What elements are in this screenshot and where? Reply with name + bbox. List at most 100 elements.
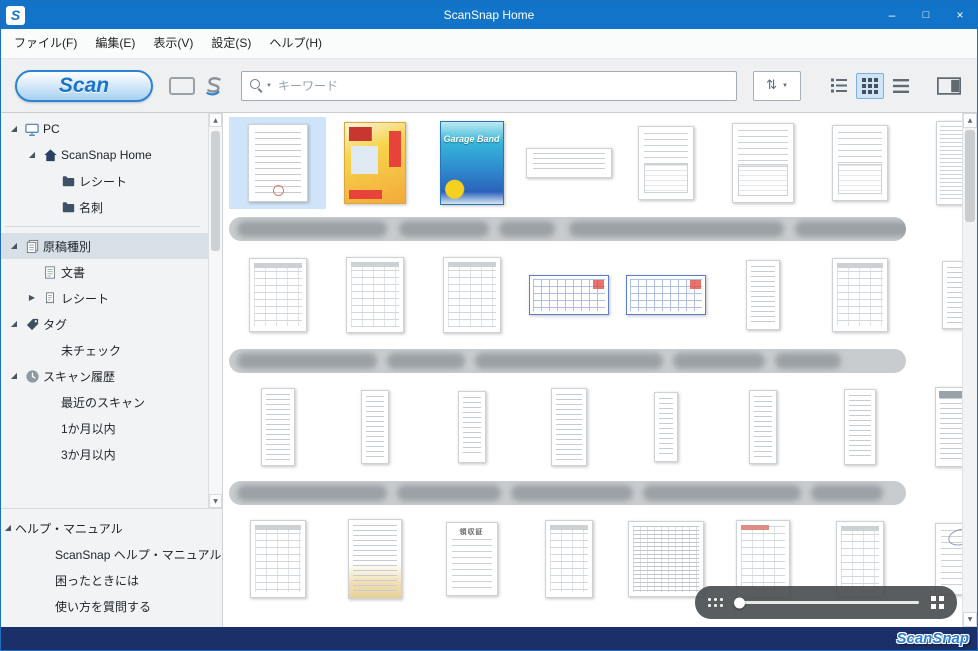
chevron-expanded-icon[interactable]: ◢ [7, 125, 21, 133]
scan-button[interactable]: Scan [15, 70, 153, 102]
thumbnail-item[interactable] [326, 117, 423, 209]
scansnap-logo: ScanSnap [896, 630, 969, 647]
thumbnail-item[interactable] [908, 249, 962, 341]
scroll-down-icon[interactable]: ▼ [963, 612, 977, 627]
sidebar-item-ask-question[interactable]: 使い方を質問する [1, 593, 222, 619]
content-scroll-track[interactable] [963, 128, 977, 612]
thumbnail-item[interactable] [423, 249, 520, 341]
sidebar-item-folder-meishi[interactable]: 名刺 [1, 194, 208, 220]
menu-edit[interactable]: 編集(E) [86, 29, 144, 58]
thumbnail-item[interactable] [326, 249, 423, 341]
thumbnail-item[interactable] [520, 381, 617, 473]
content-scrollbar[interactable]: ▲ ▼ [962, 113, 977, 627]
sidebar-item-document-type[interactable]: ◢原稿種別 [1, 233, 208, 259]
thumbnail-item[interactable] [714, 117, 811, 209]
thumbnail-item[interactable] [520, 249, 617, 341]
group-header-blurred[interactable] [229, 217, 906, 241]
thumbnail-item[interactable] [908, 117, 962, 209]
thumbnail-item[interactable] [617, 381, 714, 473]
thumbnail-item[interactable] [423, 381, 520, 473]
sidebar-item-help-manual[interactable]: ◢ ヘルプ・マニュアル [1, 515, 222, 541]
search-box[interactable]: ▼ [241, 71, 737, 101]
blurred-text [795, 221, 906, 237]
search-input[interactable] [278, 79, 728, 93]
menu-view[interactable]: 表示(V) [144, 29, 202, 58]
thumbnail-item[interactable] [229, 381, 326, 473]
sidebar-item-within-1-month[interactable]: 1か月以内 [1, 415, 208, 441]
thumbnail-item[interactable] [520, 513, 617, 605]
sidebar-item-troubleshooting[interactable]: 困ったときには [1, 567, 222, 593]
content-scroll-thumb[interactable] [965, 130, 975, 222]
thumbnail-form [443, 257, 501, 333]
thumbnail-item[interactable] [229, 249, 326, 341]
group-header-blurred[interactable] [229, 349, 906, 373]
search-scope-dropdown-icon[interactable]: ▼ [266, 83, 272, 89]
chevron-expanded-icon[interactable]: ◢ [7, 242, 21, 250]
sidebar-item-recent-scans[interactable]: 最近のスキャン [1, 389, 208, 415]
history-icon [21, 369, 43, 384]
sidebar-item-pc[interactable]: ◢PC [1, 116, 208, 142]
close-button[interactable]: × [943, 1, 977, 29]
minimize-button[interactable]: – [875, 1, 909, 29]
detail-panel-toggle-button[interactable] [937, 77, 961, 95]
chevron-expanded-icon[interactable]: ◢ [1, 524, 15, 532]
sidebar-item-folder-receipt[interactable]: レシート [1, 168, 208, 194]
sidebar-scrollbar[interactable]: ▲ ▼ [208, 113, 222, 508]
thumbnail-item[interactable] [229, 513, 326, 605]
chevron-expanded-icon[interactable]: ◢ [7, 320, 21, 328]
thumbnail-view-button[interactable] [856, 73, 884, 99]
sort-dropdown-icon[interactable]: ▼ [782, 83, 788, 89]
thumbnail-item[interactable] [714, 249, 811, 341]
thumbnail-item[interactable] [326, 513, 423, 605]
maximize-button[interactable]: □ [909, 1, 943, 29]
drag-handle-icon[interactable] [708, 598, 724, 608]
chevron-expanded-icon[interactable]: ◢ [7, 372, 21, 380]
scroll-up-icon[interactable]: ▲ [209, 113, 222, 127]
sidebar-item-receipt[interactable]: ▶ レシート [1, 285, 208, 311]
sidebar-item-unchecked[interactable]: 未チェック [1, 337, 208, 363]
thumbnail-item[interactable] [811, 381, 908, 473]
menu-help[interactable]: ヘルプ(H) [260, 29, 331, 58]
thumbnail-item[interactable]: Garage Band [423, 117, 520, 209]
scroll-up-icon[interactable]: ▲ [963, 113, 977, 128]
sort-button[interactable]: ⇅ ▼ [753, 71, 801, 101]
thumbnail-item[interactable] [811, 117, 908, 209]
display-device-icon[interactable] [169, 77, 195, 95]
sidebar-item-scan-history[interactable]: ◢スキャン履歴 [1, 363, 208, 389]
thumbnail-item[interactable] [520, 117, 617, 209]
zoom-slider[interactable] [736, 601, 919, 604]
thumbnail-item[interactable] [617, 117, 714, 209]
thumbnail-receipt [458, 391, 486, 463]
thumbnail-item[interactable] [617, 249, 714, 341]
list-view-button[interactable] [825, 73, 853, 99]
thumbnail-item[interactable] [908, 381, 962, 473]
sidebar-item-tag[interactable]: ◢タグ [1, 311, 208, 337]
chevron-expanded-icon[interactable]: ◢ [25, 151, 39, 159]
menu-file[interactable]: ファイル(F) [5, 29, 86, 58]
thumbnail-item[interactable] [229, 117, 326, 209]
sidebar-item-scansnap-help-manual[interactable]: ScanSnap ヘルプ・マニュアル [1, 541, 222, 567]
sidebar-scroll-track[interactable] [209, 127, 222, 494]
thumbnail-item[interactable] [326, 381, 423, 473]
detail-view-button[interactable] [887, 73, 915, 99]
thumbnail-item[interactable] [811, 249, 908, 341]
scansnap-device-icon[interactable] [203, 75, 225, 97]
group-header-blurred[interactable] [229, 481, 906, 505]
sidebar-item-bunsho[interactable]: 文書 [1, 259, 208, 285]
chevron-right-icon[interactable]: ▶ [25, 294, 39, 302]
zoom-slider-thumb[interactable] [734, 597, 745, 608]
sidebar-scroll-thumb[interactable] [211, 131, 220, 251]
sidebar-item-label: レシート [61, 290, 109, 307]
scroll-down-icon[interactable]: ▼ [209, 494, 222, 508]
sidebar-item-within-3-months[interactable]: 3か月以内 [1, 441, 208, 467]
menu-settings[interactable]: 設定(S) [202, 29, 260, 58]
thumbnail-item[interactable]: 領収証 [423, 513, 520, 605]
status-bar: ScanSnap [1, 627, 977, 650]
grid-size-icon[interactable] [931, 596, 944, 609]
sidebar-item-scansnap-home[interactable]: ◢ScanSnap Home [1, 142, 208, 168]
blurred-text [475, 353, 663, 369]
thumbnail-item[interactable] [714, 381, 811, 473]
content-area: Garage Band 領収証 ▲ ▼ [223, 113, 977, 627]
toolbar: Scan ▼ ⇅ ▼ [1, 59, 977, 113]
sidebar-item-label: 文書 [61, 264, 85, 281]
